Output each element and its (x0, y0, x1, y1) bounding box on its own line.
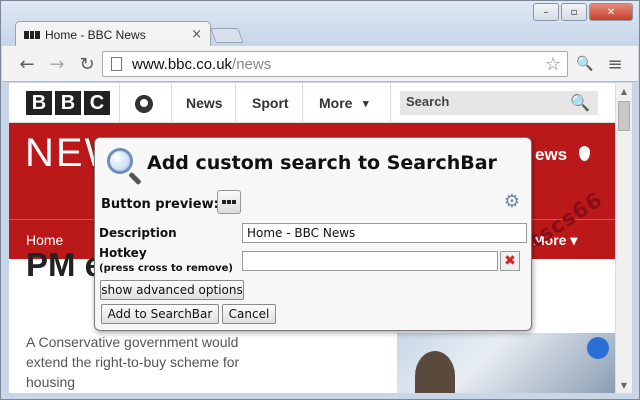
add-to-searchbar-button[interactable]: Add to SearchBar (101, 304, 219, 324)
divider (119, 83, 120, 123)
close-window-button[interactable]: ✕ (589, 3, 633, 21)
location-pin-icon[interactable] (579, 146, 590, 161)
bookmark-star-icon[interactable]: ☆ (545, 54, 561, 75)
bbc-global-nav: B B C News Sport More ▾ Search 🔍 (9, 83, 615, 123)
address-bar[interactable]: www.bbc.co.uk/news ☆ (102, 51, 568, 77)
bbc-search-input[interactable]: Search 🔍 (400, 91, 598, 115)
url-path: /news (232, 55, 272, 73)
divider (235, 83, 236, 123)
tab-title: Home - BBC News (45, 27, 146, 42)
nav-item-sport[interactable]: Sport (252, 95, 289, 111)
chevron-down-icon: ▾ (363, 98, 369, 110)
scroll-up-icon[interactable]: ▲ (616, 83, 632, 99)
searchbar-extension-icon[interactable]: 🔍 (574, 53, 596, 75)
reload-icon[interactable]: ↻ (76, 53, 98, 75)
tab-strip: Home - BBC News × – ▫ ✕ (1, 1, 639, 47)
scroll-down-icon[interactable]: ▼ (616, 377, 632, 393)
nav-item-more[interactable]: More (319, 95, 352, 111)
close-icon: ✖ (504, 253, 516, 269)
tab-bbc-news[interactable]: Home - BBC News × (15, 21, 211, 47)
cancel-button[interactable]: Cancel (222, 304, 276, 324)
add-search-dialog: Add custom search to SearchBar Button pr… (94, 137, 532, 331)
vertical-scrollbar[interactable]: ▲ ▼ (615, 83, 632, 393)
button-preview[interactable] (217, 190, 241, 214)
scroll-thumb[interactable] (618, 101, 630, 131)
bbc-favicon-icon (24, 30, 41, 39)
hotkey-field[interactable] (242, 251, 498, 271)
divider (171, 83, 172, 123)
url-host: www.bbc.co.uk (132, 55, 233, 73)
minimize-button[interactable]: – (533, 3, 559, 21)
divider (390, 83, 391, 123)
dialog-title: Add custom search to SearchBar (147, 152, 497, 174)
tab-close-icon[interactable]: × (191, 27, 202, 42)
bbc-logo[interactable]: B B C (26, 91, 110, 115)
bbc-logo-letter: B (26, 91, 52, 115)
region-label[interactable]: ews (535, 145, 567, 165)
bbc-logo-letter: C (84, 91, 110, 115)
search-icon[interactable]: 🔍 (570, 93, 590, 112)
show-advanced-options-button[interactable]: show advanced options (100, 280, 244, 300)
menu-icon[interactable]: ≡ (604, 53, 626, 75)
page-icon (111, 57, 122, 71)
bbc-logo-letter: B (55, 91, 81, 115)
hotkey-label: Hotkey (99, 246, 147, 260)
account-icon[interactable] (135, 95, 153, 113)
nav-item-news[interactable]: News (186, 95, 223, 111)
new-tab-button[interactable] (210, 28, 244, 43)
clear-hotkey-button[interactable]: ✖ (500, 251, 520, 271)
lead-photo[interactable] (397, 333, 615, 393)
back-arrow-icon[interactable]: ← (16, 53, 38, 75)
browser-window: Home - BBC News × – ▫ ✕ ← → ↻ www.bbc.co… (0, 0, 640, 400)
divider (302, 83, 303, 123)
description-label: Description (99, 226, 177, 240)
description-field[interactable]: Home - BBC News (242, 223, 527, 243)
hotkey-hint: (press cross to remove) (99, 263, 233, 274)
bbc-favicon-icon (222, 200, 236, 204)
forward-arrow-icon[interactable]: → (46, 53, 68, 75)
browser-toolbar: ← → ↻ www.bbc.co.uk/news ☆ 🔍 ≡ (2, 46, 638, 82)
maximize-button[interactable]: ▫ (561, 3, 587, 21)
button-preview-label: Button preview: (101, 197, 219, 212)
gear-icon[interactable]: ⚙ (503, 193, 521, 211)
magnifier-icon (107, 148, 133, 174)
search-placeholder: Search (406, 94, 450, 109)
lead-summary: A Conservative government would extend t… (26, 334, 240, 390)
